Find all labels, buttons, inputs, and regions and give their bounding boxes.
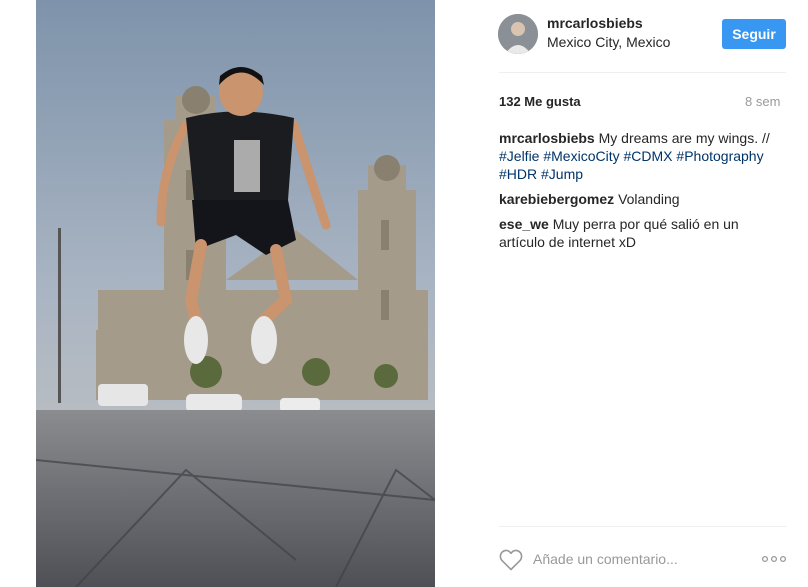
- comments-list: mrcarlosbiebs My dreams are my wings. //…: [499, 129, 786, 258]
- username-link[interactable]: mrcarlosbiebs: [547, 15, 643, 31]
- photo-illustration: [36, 0, 435, 587]
- hashtag-link[interactable]: #Photography: [676, 148, 763, 164]
- post-header: mrcarlosbiebs Mexico City, Mexico Seguir: [435, 0, 808, 72]
- avatar[interactable]: [498, 14, 538, 54]
- comment-username[interactable]: karebiebergomez: [499, 191, 614, 207]
- caption: mrcarlosbiebs My dreams are my wings. //…: [499, 129, 786, 183]
- heart-outline-icon[interactable]: [499, 549, 523, 571]
- list-item: karebiebergomez Volanding: [499, 190, 786, 208]
- comment-username[interactable]: ese_we: [499, 216, 549, 232]
- location-link[interactable]: Mexico City, Mexico: [547, 34, 670, 50]
- hashtag-link[interactable]: #HDR: [499, 166, 537, 182]
- comment-text: Volanding: [618, 191, 680, 207]
- divider: [499, 72, 786, 73]
- follow-button[interactable]: Seguir: [722, 19, 786, 49]
- post-photo[interactable]: [36, 0, 435, 587]
- more-options-icon[interactable]: [761, 552, 787, 566]
- post-details-panel: mrcarlosbiebs Mexico City, Mexico Seguir…: [435, 0, 808, 587]
- caption-username[interactable]: mrcarlosbiebs: [499, 130, 595, 146]
- likes-count[interactable]: 132 Me gusta: [499, 94, 581, 109]
- hashtag-link[interactable]: #CDMX: [624, 148, 673, 164]
- hashtag-link[interactable]: #Jump: [541, 166, 583, 182]
- list-item: ese_we Muy perra por qué salió en un art…: [499, 215, 786, 251]
- hashtag-link[interactable]: #MexicoCity: [543, 148, 619, 164]
- comment-input[interactable]: [533, 548, 748, 570]
- add-comment-bar: [499, 548, 789, 572]
- caption-text: My dreams are my wings. //: [598, 130, 770, 146]
- divider: [499, 526, 786, 527]
- post-time: 8 sem: [745, 94, 781, 109]
- hashtag-link[interactable]: #Jelfie: [499, 148, 539, 164]
